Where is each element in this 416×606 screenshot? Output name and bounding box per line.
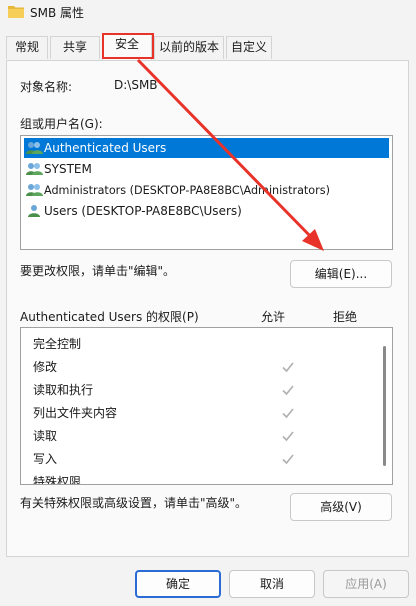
permissions-title: Authenticated Users 的权限(P) bbox=[20, 310, 199, 324]
advanced-button[interactable]: 高级(V) bbox=[290, 493, 392, 521]
check-icon bbox=[282, 454, 294, 465]
title-bar: SMB 属性 bbox=[0, 0, 416, 26]
folder-icon bbox=[8, 6, 24, 18]
edit-hint: 要更改权限，请单击"编辑"。 bbox=[20, 264, 176, 278]
ok-button[interactable]: 确定 bbox=[135, 570, 221, 598]
permission-row-write: 写入 bbox=[33, 448, 353, 470]
permissions-list: 完全控制 修改 读取和执行 列出文件夹内容 读取 写入 特殊权限 bbox=[20, 327, 393, 485]
list-item-users[interactable]: Users (DESKTOP-PA8E8BC\Users) bbox=[24, 201, 242, 221]
permission-label: 写入 bbox=[33, 452, 58, 466]
list-item-system[interactable]: SYSTEM bbox=[24, 159, 92, 179]
list-item-administrators[interactable]: Administrators (DESKTOP-PA8E8BC\Administ… bbox=[24, 180, 330, 200]
list-item-authenticated-users[interactable]: Authenticated Users bbox=[24, 138, 389, 158]
edit-button[interactable]: 编辑(E)... bbox=[290, 260, 392, 288]
tab-label: 常规 bbox=[14, 40, 39, 54]
allow-column-header: 允许 bbox=[261, 310, 286, 324]
permission-row-modify: 修改 bbox=[33, 356, 353, 378]
groups-listbox[interactable]: Authenticated Users SYSTEM Administrator… bbox=[20, 135, 393, 250]
list-item-label: SYSTEM bbox=[44, 162, 92, 176]
users-icon bbox=[26, 184, 43, 196]
cancel-button[interactable]: 取消 bbox=[229, 570, 315, 598]
scrollbar[interactable] bbox=[383, 346, 386, 466]
users-icon bbox=[26, 142, 43, 154]
tab-general[interactable]: 常规 bbox=[6, 36, 48, 59]
tab-label: 共享 bbox=[62, 40, 87, 54]
tab-customize[interactable]: 自定义 bbox=[226, 36, 272, 59]
object-name-value: D:\SMB bbox=[114, 78, 158, 92]
apply-button[interactable]: 应用(A) bbox=[323, 570, 409, 598]
permission-row-read: 读取 bbox=[33, 425, 353, 447]
window-title: SMB 属性 bbox=[30, 6, 85, 20]
list-item-label: Authenticated Users bbox=[44, 141, 167, 155]
check-icon bbox=[282, 431, 294, 442]
permission-label: 读取 bbox=[33, 429, 58, 443]
user-icon bbox=[28, 205, 40, 217]
annotation-highlight-box bbox=[102, 33, 154, 59]
permission-label: 修改 bbox=[33, 360, 58, 374]
permission-label: 列出文件夹内容 bbox=[33, 406, 118, 420]
tab-label: 以前的版本 bbox=[158, 40, 219, 54]
tab-label: 自定义 bbox=[230, 40, 267, 54]
check-icon bbox=[282, 362, 294, 373]
dialog-footer: 确定 取消 应用(A) bbox=[0, 557, 416, 606]
permission-row-special: 特殊权限 bbox=[33, 471, 82, 485]
permission-label: 特殊权限 bbox=[33, 475, 82, 485]
tab-sharing[interactable]: 共享 bbox=[50, 36, 100, 59]
advanced-hint: 有关特殊权限或高级设置，请单击"高级"。 bbox=[20, 496, 248, 510]
permission-row-read-execute: 读取和执行 bbox=[33, 379, 353, 401]
permission-label: 读取和执行 bbox=[33, 383, 94, 397]
permission-label: 完全控制 bbox=[33, 337, 82, 351]
permission-row-full-control: 完全控制 bbox=[33, 333, 81, 355]
check-icon bbox=[282, 408, 294, 419]
groups-label: 组或用户名(G): bbox=[20, 117, 103, 131]
tab-previous-versions[interactable]: 以前的版本 bbox=[154, 36, 224, 59]
list-item-label: Users (DESKTOP-PA8E8BC\Users) bbox=[44, 204, 242, 218]
object-name-label: 对象名称: bbox=[20, 80, 73, 94]
check-icon bbox=[282, 385, 294, 396]
permission-row-list-folder: 列出文件夹内容 bbox=[33, 402, 353, 424]
deny-column-header: 拒绝 bbox=[333, 310, 358, 324]
users-icon bbox=[26, 163, 43, 175]
list-item-label: Administrators (DESKTOP-PA8E8BC\Administ… bbox=[44, 184, 330, 197]
